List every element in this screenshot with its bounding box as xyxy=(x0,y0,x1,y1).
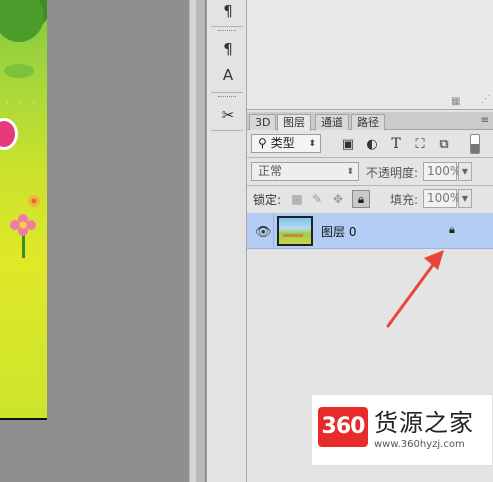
lock-position-icon[interactable]: ✥ xyxy=(329,190,347,208)
strip-separator xyxy=(211,130,243,131)
strip-grip[interactable] xyxy=(218,96,236,98)
strip-grip[interactable] xyxy=(218,30,236,32)
lock-label: 锁定: xyxy=(253,193,282,207)
fill-dropdown-button[interactable]: ▼ xyxy=(458,189,472,208)
lock-all-icon[interactable]: 🔒︎ xyxy=(352,190,370,208)
divider xyxy=(273,213,274,249)
lock-pixels-icon[interactable]: ✎ xyxy=(308,190,326,208)
watermark-url: www.360hyzj.com xyxy=(374,439,465,450)
image-filter-icon[interactable]: ▣ xyxy=(339,135,357,153)
panel-tabs: 3D 图层 通道 路径 ≡ xyxy=(247,112,493,131)
canvas-dots: · · · xyxy=(6,98,39,107)
upper-panel: ▦ ⋰ xyxy=(247,0,493,110)
filter-kind-label: 类型 xyxy=(270,136,295,150)
canvas-flower-large xyxy=(10,214,36,236)
filter-kind-select[interactable]: ⚲ 类型 ⬍ xyxy=(251,134,321,153)
panel-divider-edge xyxy=(196,0,206,482)
tab-3d[interactable]: 3D xyxy=(249,114,277,130)
layer-name[interactable]: 图层 0 xyxy=(321,223,356,240)
blend-mode-value: 正常 xyxy=(258,164,283,178)
paragraph-styles-icon[interactable]: ¶ xyxy=(217,38,239,60)
divider xyxy=(247,157,493,158)
opacity-input[interactable]: 100% xyxy=(423,162,461,181)
character-styles-icon[interactable]: A xyxy=(217,64,239,86)
watermark: 360 货源之家 www.360hyzj.com xyxy=(311,394,493,466)
pasteboard xyxy=(47,0,189,482)
canvas-grass-shape xyxy=(4,64,34,78)
fill-input[interactable]: 100% xyxy=(423,189,461,208)
updown-arrow-icon: ⬍ xyxy=(308,139,316,149)
delete-icon[interactable]: ▦ xyxy=(451,96,460,107)
watermark-badge: 360 xyxy=(318,407,368,447)
tab-paths[interactable]: 路径 xyxy=(351,114,385,130)
layer-row[interactable]: 👁︎ 图层 0 🔒︎ xyxy=(247,213,493,249)
shape-filter-icon[interactable]: ⛶ xyxy=(411,135,429,153)
opacity-label: 不透明度: xyxy=(366,166,419,180)
strip-separator xyxy=(211,26,243,27)
search-icon: ⚲ xyxy=(258,136,267,150)
watermark-title: 货源之家 xyxy=(374,409,474,437)
canvas-image[interactable]: · · · xyxy=(0,0,47,418)
updown-arrow-icon: ⬍ xyxy=(346,167,354,177)
canvas-tree-shape xyxy=(0,0,44,42)
canvas-flower-small xyxy=(28,195,40,207)
blend-mode-select[interactable]: 正常 ⬍ xyxy=(251,162,359,181)
adjustment-filter-icon[interactable]: ◐ xyxy=(363,135,381,153)
tab-layers[interactable]: 图层 xyxy=(277,114,311,131)
strip-separator xyxy=(211,92,243,93)
tool-presets-icon[interactable]: ✂ xyxy=(217,104,239,126)
canvas-heart-shape xyxy=(0,118,18,150)
paragraph-panel-icon[interactable]: ¶ xyxy=(217,0,239,22)
opacity-dropdown-button[interactable]: ▼ xyxy=(458,162,472,181)
smart-object-filter-icon[interactable]: ⧉ xyxy=(435,135,453,153)
lock-transparency-icon[interactable]: ▩ xyxy=(288,190,306,208)
lock-row: 锁定: ▩ ✎ ✥ 🔒︎ 填充: 100% ▼ xyxy=(247,186,493,212)
blend-row: 正常 ⬍ 不透明度: 100% ▼ xyxy=(247,159,493,185)
layer-filter-row: ⚲ 类型 ⬍ ▣ ◐ T ⛶ ⧉ xyxy=(247,131,493,157)
resize-grip-icon[interactable]: ⋰ xyxy=(481,94,491,105)
panel-menu-icon[interactable]: ≡ xyxy=(481,115,489,126)
fill-label: 填充: xyxy=(390,193,419,207)
filter-toggle-switch[interactable] xyxy=(470,134,480,154)
lock-icon: 🔒︎ xyxy=(449,223,455,236)
type-filter-icon[interactable]: T xyxy=(387,135,405,153)
layer-thumbnail[interactable] xyxy=(277,216,313,246)
pasteboard xyxy=(0,420,47,482)
tab-channels[interactable]: 通道 xyxy=(315,114,349,130)
annotation-arrow xyxy=(386,250,444,328)
photoshop-window: · · · ¶ ¶ A ✂ ▦ ⋰ 3D 图层 通道 路径 ≡ ⚲ 类型 ⬍ ▣… xyxy=(0,0,493,482)
collapsed-panels-strip: ¶ ¶ A ✂ xyxy=(207,0,247,482)
eye-icon[interactable]: 👁︎ xyxy=(255,225,272,240)
